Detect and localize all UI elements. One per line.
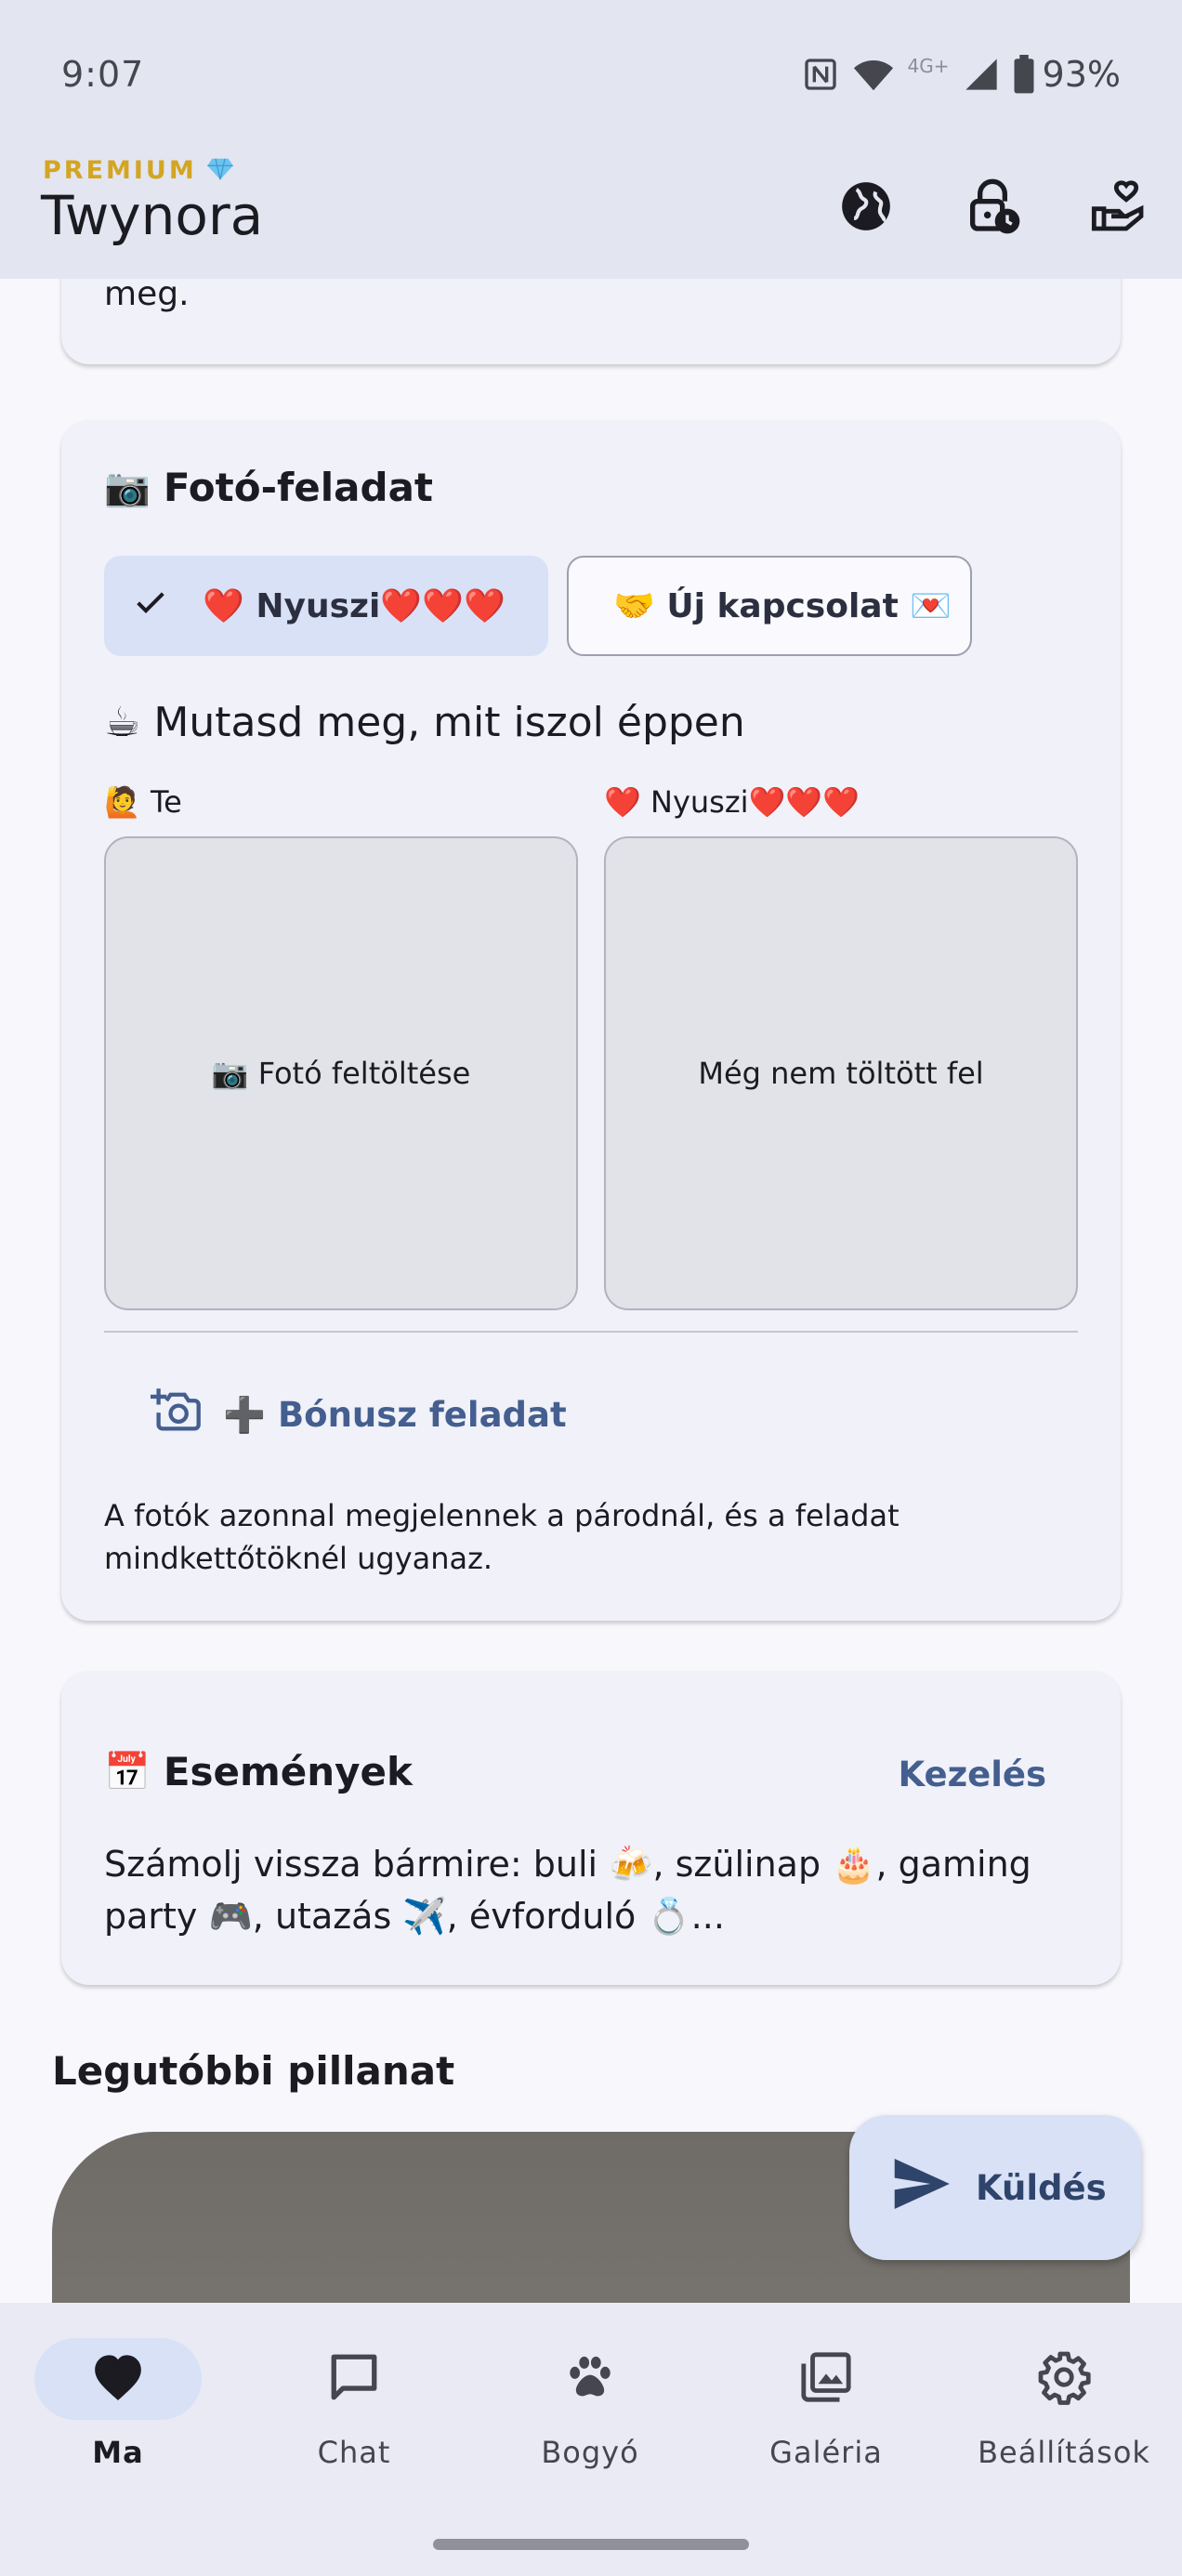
nav-icon-slot bbox=[980, 2338, 1148, 2420]
gallery-icon bbox=[799, 2350, 853, 2408]
nav-indicator bbox=[34, 2338, 202, 2420]
events-title: 📅 Események bbox=[104, 1749, 413, 1794]
nav-item-beallitasok[interactable]: Beállítások bbox=[946, 2338, 1182, 2487]
wifi-icon bbox=[852, 56, 895, 93]
send-fab-label: Küldés bbox=[976, 2167, 1107, 2208]
nav-icon-slot bbox=[742, 2338, 910, 2420]
bonus-task-label: ➕ Bónusz feladat bbox=[223, 1394, 567, 1435]
paw-icon bbox=[564, 2351, 616, 2407]
send-icon bbox=[892, 2158, 950, 2217]
photo-task-title: 📷 Fotó-feladat bbox=[104, 465, 433, 510]
nfc-icon bbox=[802, 56, 839, 93]
nav-label-beallitasok: Beállítások bbox=[978, 2435, 1150, 2470]
globe-icon bbox=[837, 177, 895, 239]
upload-photo-label: 📷 Fotó feltöltése bbox=[211, 1056, 471, 1091]
nav-item-ma[interactable]: Ma bbox=[0, 2338, 236, 2487]
lock-clock-icon bbox=[963, 177, 1022, 240]
nav-label-bogyo: Bogyó bbox=[541, 2435, 639, 2470]
premium-label: PREMIUM bbox=[43, 156, 197, 185]
bottom-navigation: Ma Chat Bogyó Galéria Beállítások bbox=[0, 2303, 1182, 2576]
events-manage-button[interactable]: Kezelés bbox=[898, 1755, 1046, 1794]
check-icon bbox=[132, 584, 173, 629]
nav-item-bogyo[interactable]: Bogyó bbox=[472, 2338, 708, 2487]
me-label: 🙋 Te bbox=[104, 784, 182, 820]
gem-icon bbox=[206, 157, 234, 185]
heart-hand-icon bbox=[1088, 177, 1149, 240]
bonus-task-button[interactable]: ➕ Bónusz feladat bbox=[151, 1387, 567, 1443]
heart-hand-button[interactable] bbox=[1084, 173, 1154, 243]
battery-percent: 93% bbox=[1042, 54, 1121, 95]
send-fab[interactable]: Küldés bbox=[849, 2115, 1141, 2260]
partner-photo-placeholder: Még nem töltött fel bbox=[604, 836, 1078, 1310]
gear-icon bbox=[1036, 2349, 1092, 2409]
photo-task-card: 📷 Fotó-feladat ❤️ Nyuszi❤️❤️❤️ 🤝 Új kapc… bbox=[61, 420, 1121, 1621]
task-prompt: ☕ Mutasd meg, mit iszol éppen bbox=[104, 699, 745, 746]
recent-moment-title: Legutóbbi pillanat bbox=[52, 2048, 455, 2094]
calendar-icon: 📅 bbox=[104, 1751, 151, 1794]
nav-label-ma: Ma bbox=[92, 2435, 144, 2470]
globe-button[interactable] bbox=[831, 173, 901, 243]
new-connection-chip[interactable]: 🤝 Új kapcsolat 💌 bbox=[567, 556, 972, 656]
camera-icon: 📷 bbox=[104, 467, 151, 509]
events-card: 📅 Események Kezelés Számolj vissza bármi… bbox=[61, 1671, 1121, 1985]
app-title: Twynora bbox=[41, 184, 264, 247]
events-description: Számolj vissza bármire: buli 🍻, szülinap… bbox=[104, 1844, 1031, 1937]
nav-label-chat: Chat bbox=[317, 2435, 391, 2470]
partner-chip-selected[interactable]: ❤️ Nyuszi❤️❤️❤️ bbox=[104, 556, 548, 656]
chat-icon bbox=[327, 2350, 381, 2408]
nav-label-galeria: Galéria bbox=[769, 2435, 883, 2470]
photo-task-title-text: Fotó-feladat bbox=[163, 465, 433, 510]
status-time: 9:07 bbox=[61, 54, 145, 95]
lock-clock-button[interactable] bbox=[957, 173, 1028, 243]
network-type: 4G+ bbox=[907, 55, 950, 77]
signal-icon bbox=[963, 56, 1000, 93]
nav-item-chat[interactable]: Chat bbox=[236, 2338, 472, 2487]
heart-icon bbox=[91, 2353, 145, 2405]
nav-item-galeria[interactable]: Galéria bbox=[708, 2338, 944, 2487]
upload-photo-button[interactable]: 📷 Fotó feltöltése bbox=[104, 836, 578, 1310]
events-title-text: Események bbox=[163, 1749, 413, 1794]
divider bbox=[104, 1331, 1078, 1333]
status-icons: 4G+ 93% bbox=[802, 52, 1121, 97]
top-app-bar: 9:07 4G+ 93% PREMIUM Twynora bbox=[0, 0, 1182, 279]
photo-task-footnote: A fotók azonnal megjelennek a párodnál, … bbox=[104, 1498, 900, 1576]
new-connection-chip-label: 🤝 Új kapcsolat 💌 bbox=[613, 587, 952, 625]
partner-photo-status: Még nem töltött fel bbox=[698, 1056, 984, 1091]
premium-badge: PREMIUM bbox=[43, 156, 234, 185]
home-indicator[interactable] bbox=[433, 2539, 749, 2550]
app-screen: 9:07 4G+ 93% PREMIUM Twynora meg. 📷 Fotó… bbox=[0, 0, 1182, 2576]
battery-icon bbox=[1013, 55, 1035, 94]
appbar-actions bbox=[831, 173, 1154, 243]
partner-label: ❤️ Nyuszi❤️❤️❤️ bbox=[604, 784, 860, 820]
partner-chip-label: ❤️ Nyuszi❤️❤️❤️ bbox=[203, 587, 506, 625]
nav-icon-slot bbox=[506, 2338, 674, 2420]
nav-icon-slot bbox=[270, 2338, 438, 2420]
previous-card-text: meg. bbox=[104, 275, 190, 313]
camera-plus-icon bbox=[151, 1387, 203, 1443]
